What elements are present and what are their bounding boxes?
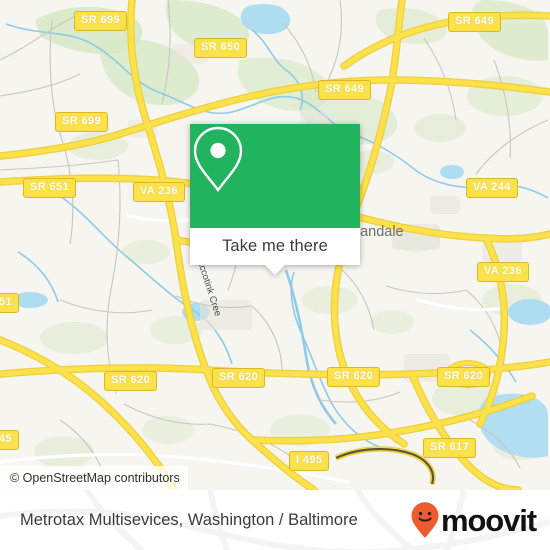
road-shield: SR 699 xyxy=(55,112,109,132)
moovit-map-screenshot: SR 699 SR 650 SR 649 SR 649 SR 699 SR 651 VA 2… xyxy=(0,0,550,550)
moovit-wordmark: moovit xyxy=(440,502,537,538)
callout-tail xyxy=(265,265,285,275)
road-shield: SR 649 xyxy=(318,80,372,100)
road-shield: VA 244 xyxy=(466,178,518,198)
moovit-smiley-pin-icon xyxy=(411,502,439,538)
moovit-brand[interactable]: moovit xyxy=(410,501,537,539)
location-title: Metrotax Multisevices, Washington / Balt… xyxy=(20,510,358,529)
footer-bar: Metrotax Multisevices, Washington / Balt… xyxy=(0,490,550,550)
road-shield: SR 651 xyxy=(23,178,77,198)
road-shield: SR 620 xyxy=(327,367,381,387)
map-canvas[interactable]: SR 699 SR 650 SR 649 SR 649 SR 699 SR 651 VA 2… xyxy=(0,0,550,490)
callout-pin-panel xyxy=(190,124,360,228)
road-shield: SR 620 xyxy=(212,368,266,388)
location-callout-card[interactable]: Take me there xyxy=(190,124,360,275)
road-shield: 51 xyxy=(0,293,20,313)
road-shield: SR 650 xyxy=(194,38,248,58)
road-shield: SR 699 xyxy=(74,11,128,31)
road-shield: SR 620 xyxy=(104,371,158,391)
osm-attribution: © OpenStreetMap contributors xyxy=(0,466,188,490)
road-shield: VA 236 xyxy=(477,262,529,282)
road-shield: 45 xyxy=(0,430,20,450)
road-shield: SR 620 xyxy=(437,367,491,387)
map-pin-icon xyxy=(193,126,243,192)
callout-action-bar[interactable]: Take me there xyxy=(190,228,360,275)
road-shield: I 495 xyxy=(289,451,330,471)
take-me-there-label: Take me there xyxy=(222,237,328,255)
road-shield: SR 617 xyxy=(423,438,477,458)
road-shield: SR 649 xyxy=(448,12,502,32)
road-shield: VA 236 xyxy=(133,182,185,202)
